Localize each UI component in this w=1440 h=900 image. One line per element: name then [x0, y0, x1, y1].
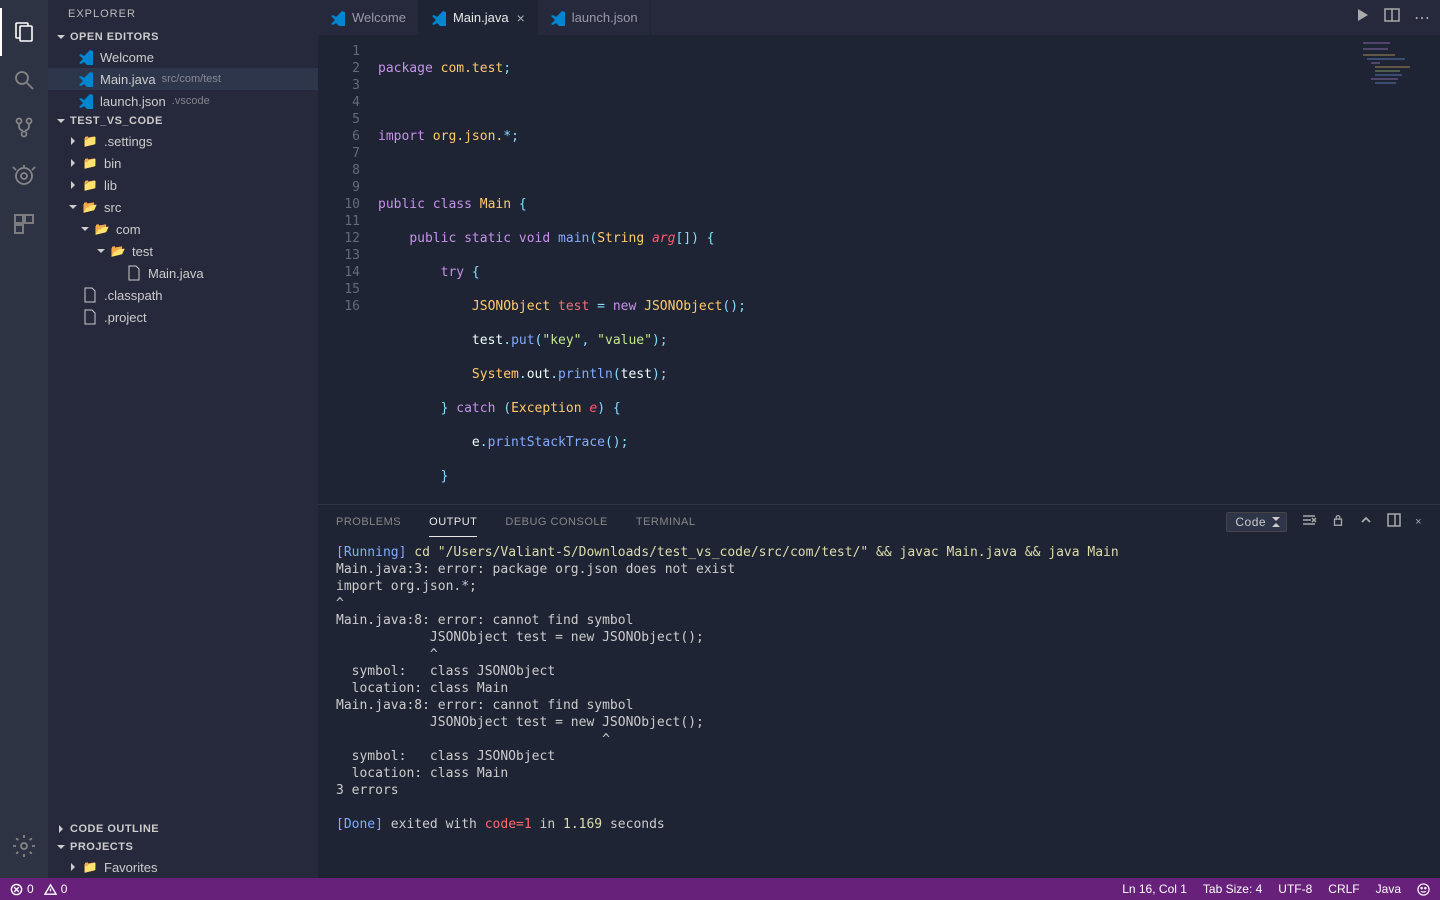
tab-main-java[interactable]: Main.java × — [419, 0, 538, 35]
chevron-right-icon — [54, 822, 68, 836]
vscode-icon — [330, 10, 346, 26]
folder-open-icon: 📂 — [110, 243, 126, 259]
activity-search[interactable] — [0, 56, 48, 104]
java-icon — [431, 10, 447, 26]
tree-settings-folder[interactable]: 📁 .settings — [48, 130, 318, 152]
status-cursor[interactable]: Ln 16, Col 1 — [1122, 882, 1187, 896]
panel-close-icon[interactable]: × — [1415, 516, 1422, 528]
folder-icon: 📁 — [82, 859, 98, 875]
status-language[interactable]: Java — [1376, 882, 1401, 896]
file-icon — [126, 265, 142, 281]
project-header[interactable]: TEST_VS_CODE — [48, 112, 318, 130]
status-warnings[interactable]: 0 — [44, 882, 68, 896]
lock-scroll-icon[interactable] — [1331, 513, 1345, 530]
file-icon — [82, 287, 98, 303]
tree-test-folder[interactable]: 📂 test — [48, 240, 318, 262]
chevron-down-icon — [54, 30, 68, 44]
bottom-panel: PROBLEMS OUTPUT DEBUG CONSOLE TERMINAL C… — [318, 504, 1440, 878]
activity-settings[interactable] — [0, 822, 48, 870]
output-channel-select[interactable]: Code — [1226, 512, 1287, 532]
tree-bin-folder[interactable]: 📁 bin — [48, 152, 318, 174]
folder-icon: 📁 — [82, 177, 98, 193]
json-icon — [78, 93, 94, 109]
more-icon[interactable]: ⋯ — [1414, 8, 1430, 28]
open-editor-main[interactable]: Main.java src/com/test — [48, 68, 318, 90]
status-bar: 0 0 Ln 16, Col 1 Tab Size: 4 UTF-8 CRLF … — [0, 878, 1440, 900]
chevron-down-icon — [94, 244, 108, 258]
chevron-right-icon — [66, 134, 80, 148]
java-icon — [78, 71, 94, 87]
status-feedback-icon[interactable] — [1417, 882, 1430, 896]
chevron-right-icon — [66, 860, 80, 874]
tab-bar: Welcome Main.java × launch.json ⋯ — [318, 0, 1440, 35]
close-icon[interactable]: × — [517, 10, 525, 26]
sidebar: EXPLORER OPEN EDITORS Welcome Main.java … — [48, 0, 318, 878]
tree-main-java-file[interactable]: Main.java — [48, 262, 318, 284]
folder-icon: 📁 — [82, 155, 98, 171]
tree-classpath-file[interactable]: .classpath — [48, 284, 318, 306]
code-editor[interactable]: 12345678910111213141516 package com.test… — [318, 35, 1440, 504]
folder-icon: 📁 — [82, 133, 98, 149]
open-editor-launch[interactable]: launch.json .vscode — [48, 90, 318, 112]
open-editor-welcome[interactable]: Welcome — [48, 46, 318, 68]
sidebar-title: EXPLORER — [48, 0, 318, 28]
code-outline-header[interactable]: CODE OUTLINE — [48, 820, 318, 838]
tab-welcome[interactable]: Welcome — [318, 0, 419, 35]
chevron-down-icon — [54, 840, 68, 854]
panel-maximize-icon[interactable] — [1387, 513, 1401, 530]
projects-favorites[interactable]: 📁 Favorites — [48, 856, 318, 878]
tree-project-file[interactable]: .project — [48, 306, 318, 328]
status-eol[interactable]: CRLF — [1328, 882, 1359, 896]
panel-tab-problems[interactable]: PROBLEMS — [336, 516, 401, 528]
chevron-down-icon — [78, 222, 92, 236]
minimap[interactable] — [1360, 39, 1430, 99]
activity-explorer[interactable] — [0, 8, 48, 56]
vscode-icon — [78, 49, 94, 65]
status-encoding[interactable]: UTF-8 — [1278, 882, 1312, 896]
clear-output-icon[interactable] — [1301, 512, 1317, 531]
activity-debug[interactable] — [0, 152, 48, 200]
json-icon — [550, 10, 566, 26]
folder-open-icon: 📂 — [94, 221, 110, 237]
run-icon[interactable] — [1354, 7, 1370, 28]
panel-tab-debug[interactable]: DEBUG CONSOLE — [505, 516, 607, 528]
split-editor-icon[interactable] — [1384, 7, 1400, 28]
chevron-down-icon — [66, 200, 80, 214]
tree-src-folder[interactable]: 📂 src — [48, 196, 318, 218]
projects-header[interactable]: PROJECTS — [48, 838, 318, 856]
chevron-down-icon — [54, 114, 68, 128]
chevron-right-icon — [66, 156, 80, 170]
activity-scm[interactable] — [0, 104, 48, 152]
status-errors[interactable]: 0 — [10, 882, 34, 896]
open-editors-header[interactable]: OPEN EDITORS — [48, 28, 318, 46]
tab-launch-json[interactable]: launch.json — [538, 0, 651, 35]
panel-chevron-up-icon[interactable] — [1359, 513, 1373, 530]
status-indentation[interactable]: Tab Size: 4 — [1203, 882, 1262, 896]
code-body[interactable]: package com.test; import org.json.*; pub… — [378, 35, 1440, 504]
tree-com-folder[interactable]: 📂 com — [48, 218, 318, 240]
activity-extensions[interactable] — [0, 200, 48, 248]
panel-tab-output[interactable]: OUTPUT — [429, 516, 477, 537]
folder-open-icon: 📂 — [82, 199, 98, 215]
activity-bar — [0, 0, 48, 878]
file-icon — [82, 309, 98, 325]
line-gutter: 12345678910111213141516 — [318, 35, 378, 504]
tree-lib-folder[interactable]: 📁 lib — [48, 174, 318, 196]
output-body[interactable]: [Running] cd "/Users/Valiant-S/Downloads… — [318, 538, 1440, 878]
panel-tab-terminal[interactable]: TERMINAL — [636, 516, 696, 528]
editor-region: Welcome Main.java × launch.json ⋯ 123456… — [318, 0, 1440, 878]
chevron-right-icon — [66, 178, 80, 192]
